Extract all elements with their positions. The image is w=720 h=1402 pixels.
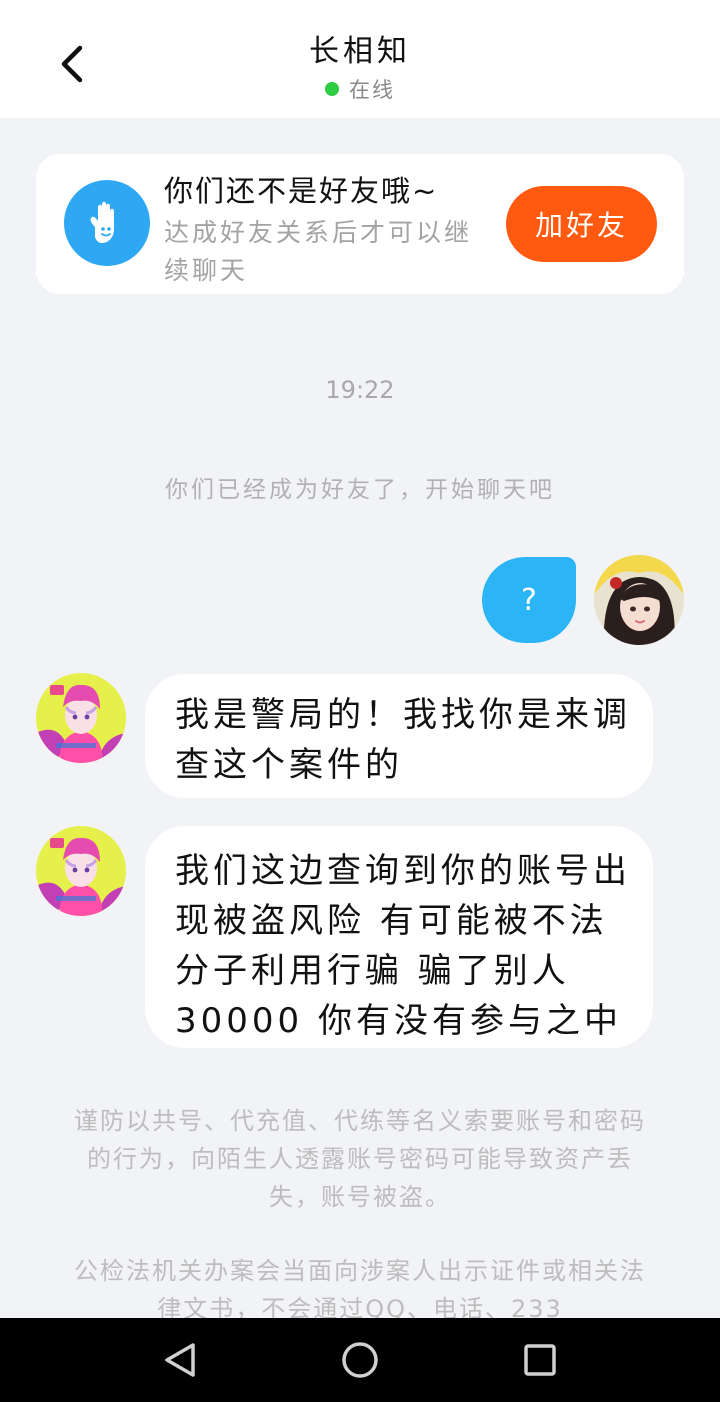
add-friend-button[interactable]: 加好友: [506, 186, 657, 262]
contact-avatar[interactable]: [36, 673, 126, 763]
my-avatar[interactable]: [594, 555, 684, 645]
online-status: 在线: [0, 74, 720, 104]
safety-notice: 谨防以共号、代充值、代练等名义索要账号和密码的行为，向陌生人透露账号密码可能导致…: [74, 1107, 646, 1211]
nav-recents-button[interactable]: [518, 1338, 562, 1382]
nav-back-button[interactable]: [158, 1338, 202, 1382]
online-dot-icon: [325, 82, 339, 96]
system-message: 你们已经成为好友了，开始聊天吧: [165, 477, 555, 503]
safety-notice: 公检法机关办案会当面向涉案人出示证件或相关法律文书，不会通过QQ、电话、233: [74, 1257, 646, 1318]
message-timestamp: 19:22: [325, 376, 395, 404]
chat-header: 长相知 在线: [0, 0, 720, 118]
outgoing-message-bubble[interactable]: ?: [482, 557, 576, 643]
contact-avatar[interactable]: [36, 826, 126, 916]
not-friends-subtitle: 达成好友关系后才可以继续聊天: [164, 218, 473, 285]
status-text: 在线: [349, 78, 395, 102]
incoming-message-bubble[interactable]: 我们这边查询到你的账号出现被盗风险 有可能被不法分子利用行骗 骗了别人30000…: [145, 826, 653, 1048]
chat-title: 长相知: [309, 34, 411, 69]
home-circle-icon: [342, 1342, 378, 1378]
incoming-message-bubble[interactable]: 我是警局的！我找你是来调查这个案件的: [145, 674, 653, 798]
recents-square-icon: [524, 1344, 556, 1376]
add-friend-card: 你们还不是好友哦~ 达成好友关系后才可以继续聊天 加好友: [36, 154, 684, 294]
nav-home-button[interactable]: [338, 1338, 382, 1382]
back-triangle-icon: [165, 1343, 195, 1377]
system-navigation-bar: [0, 1318, 720, 1402]
not-friends-title: 你们还不是好友哦~: [164, 174, 439, 208]
wave-hand-icon: [64, 180, 150, 266]
